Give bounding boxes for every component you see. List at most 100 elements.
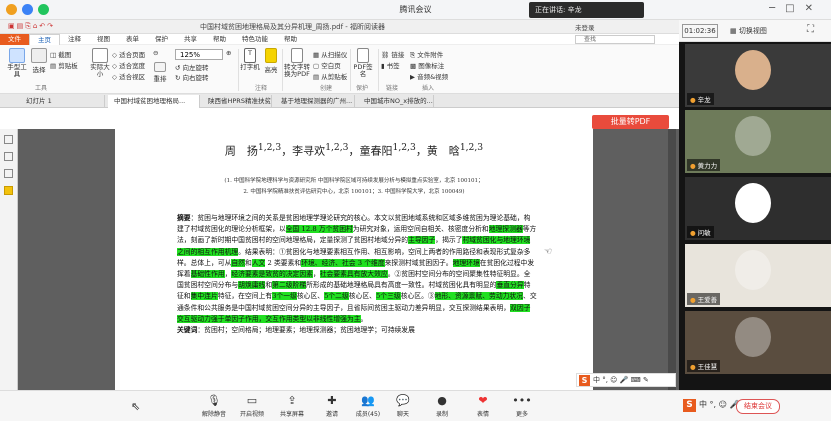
menu-item[interactable]: 帮助 [205,34,234,45]
link-icon: ⛓ [381,51,392,59]
camera-off-icon: ▭ [246,394,258,407]
participant-name: ● 王佳慧 [687,360,721,372]
mic-icon: ● [690,363,696,371]
menu-item[interactable]: 保护 [147,34,176,45]
fit-width-button[interactable]: ◇ 适合宽度 [112,60,145,70]
mic-icon: ● [690,96,696,104]
zoom-out-button[interactable]: ⊖ [153,49,158,57]
menu-item[interactable]: 表单 [118,34,147,45]
fit-page-button[interactable]: ◇ 适合页面 [112,49,145,59]
link-button[interactable]: ⛓ 链接 [381,49,404,59]
typewriter-button[interactable]: T 打字机 [240,48,260,71]
menu-file[interactable]: 文件 [0,33,29,45]
file-attach-button[interactable]: ⎘ 文件附件 [410,49,443,60]
chat-button[interactable]: 💬 聊天 [385,394,421,418]
menu-item[interactable]: 共享 [176,34,205,45]
participant-video-tile[interactable]: ● 王佳慧 [685,311,831,374]
share-screen-button[interactable]: ⇪ 共享屏幕 [274,394,310,418]
bookmark-panel-icon[interactable] [4,152,13,161]
ime-toolbar[interactable]: S中 °, ☺ 🎤 ⌨ ✎ [576,373,676,387]
mic-icon: ● [690,296,696,304]
document-tab[interactable]: 中国村域贫困地理格局... [108,95,200,108]
quick-access-icons[interactable]: ▣▤⎘⌂↶↷ [8,22,55,31]
page-scrollbar[interactable] [668,129,676,390]
typewriter-icon: T [244,48,256,63]
switch-view-button[interactable]: ▦ 切换视图 [730,26,767,36]
fullscreen-icon[interactable]: ⛶ [807,24,814,35]
ribbon-separator [378,49,379,91]
reader-title-bar: ▣▤⎘⌂↶↷ 中国村域贫困地理格局及其分异机理_周扬.pdf - 福昕阅读器 未… [0,20,679,34]
zoom-in-button[interactable]: ⊕ [226,49,231,57]
reader-login[interactable]: 未登录 [575,22,595,32]
participant-avatar [735,317,771,357]
menu-item[interactable]: 特色功能 [234,34,276,45]
ribbon-separator [350,49,351,91]
actual-size-button[interactable]: 实际大小 [90,48,110,78]
menu-item[interactable]: 注释 [60,34,89,45]
record-icon: ● [437,394,447,407]
menu-item[interactable]: 视图 [89,34,118,45]
invite-icon: ✚ [327,394,337,407]
convert-button[interactable]: 转文字转换为PDF [284,48,310,78]
start-video-button[interactable]: ▭ 开启视频 [234,394,270,418]
document-tab[interactable]: 陕西省HPRS精准扶贫... [202,95,272,108]
paper-affiliation-1: (1. 中国科学院地理科学与资源研究所 中国科学院区域可持续发展分析与模拟重点实… [224,178,484,184]
fit-visible-button[interactable]: ◇ 适合视区 [112,71,145,81]
rotate-left-icon: ↺ [175,64,183,72]
pdf-sign-button[interactable]: PDF签名 [352,48,374,78]
participant-video-tile[interactable]: ● 王爱善 [685,244,831,307]
bookmark-button[interactable]: ▮ 书签 [381,60,400,70]
menu-item[interactable]: 主页 [29,33,60,45]
comment-panel-icon[interactable] [4,186,13,195]
participant-avatar [735,50,771,90]
window-controls[interactable]: ─□✕ [769,3,823,14]
from-scanner-button[interactable]: ▦ 从扫描仪 [313,49,347,59]
end-meeting-button[interactable]: 结束会议 [736,399,780,414]
reader-search-input[interactable]: 查找 [575,35,655,44]
unmute-button[interactable]: 🎙 解除静音 [196,394,232,418]
participant-video-tile[interactable]: ● 问敏 [685,177,831,240]
image-annot-button[interactable]: ▩ 图像标注 [410,60,444,70]
record-button[interactable]: ● 录制 [424,394,460,418]
video-panel: 01:02:36 ▦ 切换视图 ⛶ ● 辛龙 ● 黄力力 ● 问敏 ● 王爱善 ● 王佳慧 [679,20,831,390]
audio-video-button[interactable]: ▶ 音频&视频 [410,71,448,81]
document-tab[interactable]: 中国城市NO_x排放的... [358,95,434,108]
menu-item[interactable]: 帮助 [276,34,305,45]
clipboard-icon: ▤ [313,73,322,81]
participant-video-tile[interactable]: ● 辛龙 [685,44,831,107]
members-button[interactable]: 👥 成员(45) [350,394,386,418]
blank-page-button[interactable]: ▢ 空白页 [313,60,341,70]
more-button[interactable]: ••• 更多 [504,394,540,418]
snapshot-button[interactable]: ◫ 截图 [50,49,71,59]
hand-tool-button[interactable]: 手型工具 [5,48,29,78]
highlight-button[interactable]: 高亮 [262,48,280,74]
attachment-panel-icon[interactable] [4,169,13,178]
clipboard-button[interactable]: ▤ 剪贴板 [50,60,78,70]
reflow-button[interactable]: 重排 [150,62,170,83]
reactions-button[interactable]: ❤ 表情 [465,394,501,418]
paper-affiliation-2: 2. 中国科学院精准扶贫评估研究中心，北京 100101；3. 中国科学院大学，… [243,189,465,195]
zoom-select[interactable]: 125% [175,49,223,60]
batch-to-pdf-button[interactable]: 批量转PDF [592,115,669,129]
document-tab[interactable]: 幻灯片 1 [20,95,105,108]
navigation-panel [0,129,18,390]
rotate-right-button[interactable]: ↻ 向右旋转 [175,72,209,82]
heart-icon: ❤ [478,394,488,407]
rotate-left-button[interactable]: ↺ 向左旋转 [175,62,209,72]
reader-menubar: 文件 主页 注释 视图 表单 保护 共享 帮助 特色功能 帮助 查找 [0,33,679,45]
group-protect-label: 保护 [356,85,369,92]
clipboard-icon: ▤ [50,62,59,70]
select-tool-button[interactable]: 选择 [30,48,48,74]
reflow-icon [154,62,166,72]
invite-button[interactable]: ✚ 邀请 [314,394,350,418]
participant-avatar [735,250,771,290]
participant-video-tile[interactable]: ● 黄力力 [685,110,831,173]
zoom-out-icon: ⊖ [153,49,159,57]
from-clipboard-button[interactable]: ▤ 从剪贴板 [313,71,347,81]
group-tools-label: 工具 [35,85,48,92]
text-cursor-icon [31,48,47,63]
document-tab[interactable]: 基于地理探测器的广州... [275,95,355,108]
thumbnail-icon[interactable] [4,135,13,144]
group-comment-label: 注释 [255,85,268,92]
group-links-label: 链接 [386,85,399,92]
